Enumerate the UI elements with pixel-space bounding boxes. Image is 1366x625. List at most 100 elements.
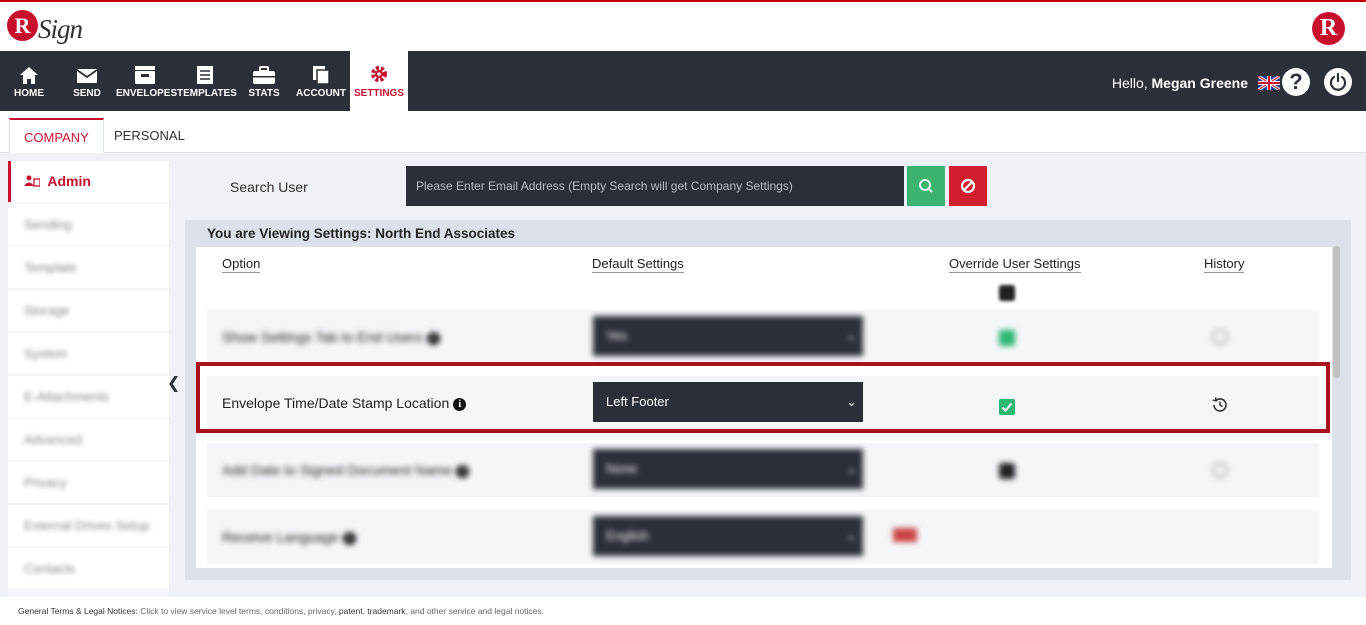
home-icon <box>20 67 38 84</box>
option-label: Add Date to Signed Document Name i <box>222 462 470 478</box>
nav-stats[interactable]: STATS <box>244 51 284 111</box>
sidebar-item-label: Privacy <box>24 475 67 490</box>
override-checkbox[interactable] <box>999 330 1015 346</box>
collapse-sidebar-chevron-icon[interactable]: ❮ <box>167 373 180 393</box>
sidebar-item-advanced[interactable]: Advanced <box>8 419 169 460</box>
uk-flag-icon[interactable] <box>1258 76 1280 90</box>
column-header-option: Option <box>222 256 261 273</box>
nav-send[interactable]: SEND <box>66 51 108 111</box>
nav-envelopes[interactable]: ENVELOPES <box>116 51 178 111</box>
override-all-toggle[interactable] <box>999 285 1015 301</box>
patent-link[interactable]: patent <box>339 606 363 616</box>
nav-envelopes-label: ENVELOPES <box>116 88 178 99</box>
sidebar-item-label: Sending <box>24 217 72 232</box>
greeting-text: Hello, <box>1111 75 1148 91</box>
column-header-default-settings: Default Settings <box>592 256 684 273</box>
admin-icon <box>24 175 41 187</box>
legal-footer: General Terms & Legal Notices: Click to … <box>18 606 545 616</box>
table-row-time-date-stamp: Envelope Time/Date Stamp Location i Left … <box>207 376 1319 430</box>
nav-templates-label: TEMPLATES <box>177 88 237 99</box>
logo-mark: R <box>7 10 38 41</box>
nav-home[interactable]: HOME <box>6 51 52 111</box>
tab-personal[interactable]: PERSONAL <box>100 118 199 153</box>
settings-sidebar: Admin Sending Template Storage System E-… <box>8 161 169 597</box>
history-button[interactable] <box>1210 395 1230 415</box>
footer-text: Click to view service level terms, condi… <box>137 606 339 616</box>
sidebar-item-label: External Drives Setup <box>24 518 150 533</box>
time-date-stamp-location-select[interactable]: Left Footer ⌄ <box>593 382 863 422</box>
default-setting-select[interactable]: English ⌄ <box>593 516 863 556</box>
nav-stats-label: STATS <box>248 88 280 99</box>
check-icon <box>1001 402 1013 412</box>
history-icon[interactable] <box>1210 460 1230 485</box>
search-user-label: Search User <box>230 179 308 195</box>
help-button[interactable]: ? <box>1282 68 1310 96</box>
language-flag-icon <box>893 528 917 542</box>
history-icon <box>1212 397 1227 412</box>
rpost-logo: R <box>1312 12 1345 45</box>
ban-icon <box>960 178 976 194</box>
settings-tabs: COMPANY PERSONAL <box>0 111 1366 153</box>
selected-value: Left Footer <box>606 394 669 409</box>
option-label: Envelope Time/Date Stamp Location i <box>222 395 467 411</box>
nav-account[interactable]: ACCOUNT <box>295 51 347 111</box>
sidebar-item-system[interactable]: System <box>8 333 169 374</box>
column-header-override: Override User Settings <box>949 256 1081 273</box>
briefcase-icon <box>253 66 275 84</box>
settings-panel: You are Viewing Settings: North End Asso… <box>185 220 1351 580</box>
chevron-down-icon: ⌄ <box>846 394 857 409</box>
sidebar-item-label: E-Attachments <box>24 389 110 404</box>
clear-search-button[interactable] <box>949 166 987 206</box>
gear-icon <box>371 66 387 82</box>
sidebar-item-contacts[interactable]: Contacts <box>8 548 169 589</box>
trademark-link[interactable]: trademark <box>367 606 405 616</box>
envelope-icon <box>76 69 98 83</box>
sidebar-item-label: Template <box>24 260 77 275</box>
history-icon[interactable] <box>1210 327 1230 352</box>
option-label: Show Settings Tab to End Users i <box>222 329 440 345</box>
sidebar-item-privacy[interactable]: Privacy <box>8 462 169 503</box>
override-checkbox[interactable] <box>999 399 1015 415</box>
default-setting-select[interactable]: Yes ⌄ <box>593 316 863 356</box>
footer-lead: General Terms & Legal Notices: <box>18 606 138 616</box>
table-row: Show Settings Tab to End Users i Yes ⌄ <box>207 310 1319 364</box>
sidebar-item-label: System <box>24 346 68 361</box>
copy-icon <box>313 66 330 85</box>
logo-wordmark: Sign <box>38 14 83 44</box>
sidebar-item-external-drives[interactable]: External Drives Setup <box>8 505 169 546</box>
sidebar-item-admin[interactable]: Admin <box>8 161 169 202</box>
nav-home-label: HOME <box>14 88 44 99</box>
nav-settings-label: SETTINGS <box>353 88 404 99</box>
override-checkbox[interactable] <box>999 463 1015 479</box>
sidebar-item-storage[interactable]: Storage <box>8 290 169 331</box>
power-icon <box>1329 72 1347 91</box>
sidebar-item-label: Storage <box>24 303 70 318</box>
logout-button[interactable] <box>1324 68 1352 96</box>
column-header-history: History <box>1204 256 1245 273</box>
settings-table: Option Default Settings Override User Se… <box>196 247 1332 568</box>
sidebar-item-sending[interactable]: Sending <box>8 204 169 245</box>
nav-account-label: ACCOUNT <box>296 88 346 99</box>
user-name: Megan Greene <box>1151 75 1248 91</box>
info-icon: i <box>453 398 467 411</box>
sidebar-item-label: Advanced <box>24 432 82 447</box>
tab-company[interactable]: COMPANY <box>9 118 104 153</box>
table-row: Receive Language i English ⌄ <box>207 510 1319 564</box>
search-icon <box>919 179 933 193</box>
viewing-settings-title: You are Viewing Settings: North End Asso… <box>207 226 516 241</box>
rsign-logo[interactable]: R Sign <box>7 8 87 50</box>
sidebar-item-attachments[interactable]: E-Attachments <box>8 376 169 417</box>
table-row: Add Date to Signed Document Name i None ⌄ <box>207 443 1319 497</box>
search-email-input[interactable] <box>406 166 904 206</box>
nav-templates[interactable]: TEMPLATES <box>177 51 237 111</box>
document-icon <box>197 66 213 84</box>
search-button[interactable] <box>907 166 945 206</box>
nav-settings[interactable]: SETTINGS <box>350 51 408 111</box>
user-greeting: Hello, Megan Greene <box>1112 75 1248 91</box>
table-scrollbar[interactable] <box>1333 246 1340 378</box>
sidebar-item-template[interactable]: Template <box>8 247 169 288</box>
main-nav: HOME SEND ENVELOPES TEMPLATES STATS ACCO… <box>0 51 1366 111</box>
nav-send-label: SEND <box>73 88 101 99</box>
brand-bar: R Sign R <box>0 0 1366 51</box>
default-setting-select[interactable]: None ⌄ <box>593 449 863 489</box>
